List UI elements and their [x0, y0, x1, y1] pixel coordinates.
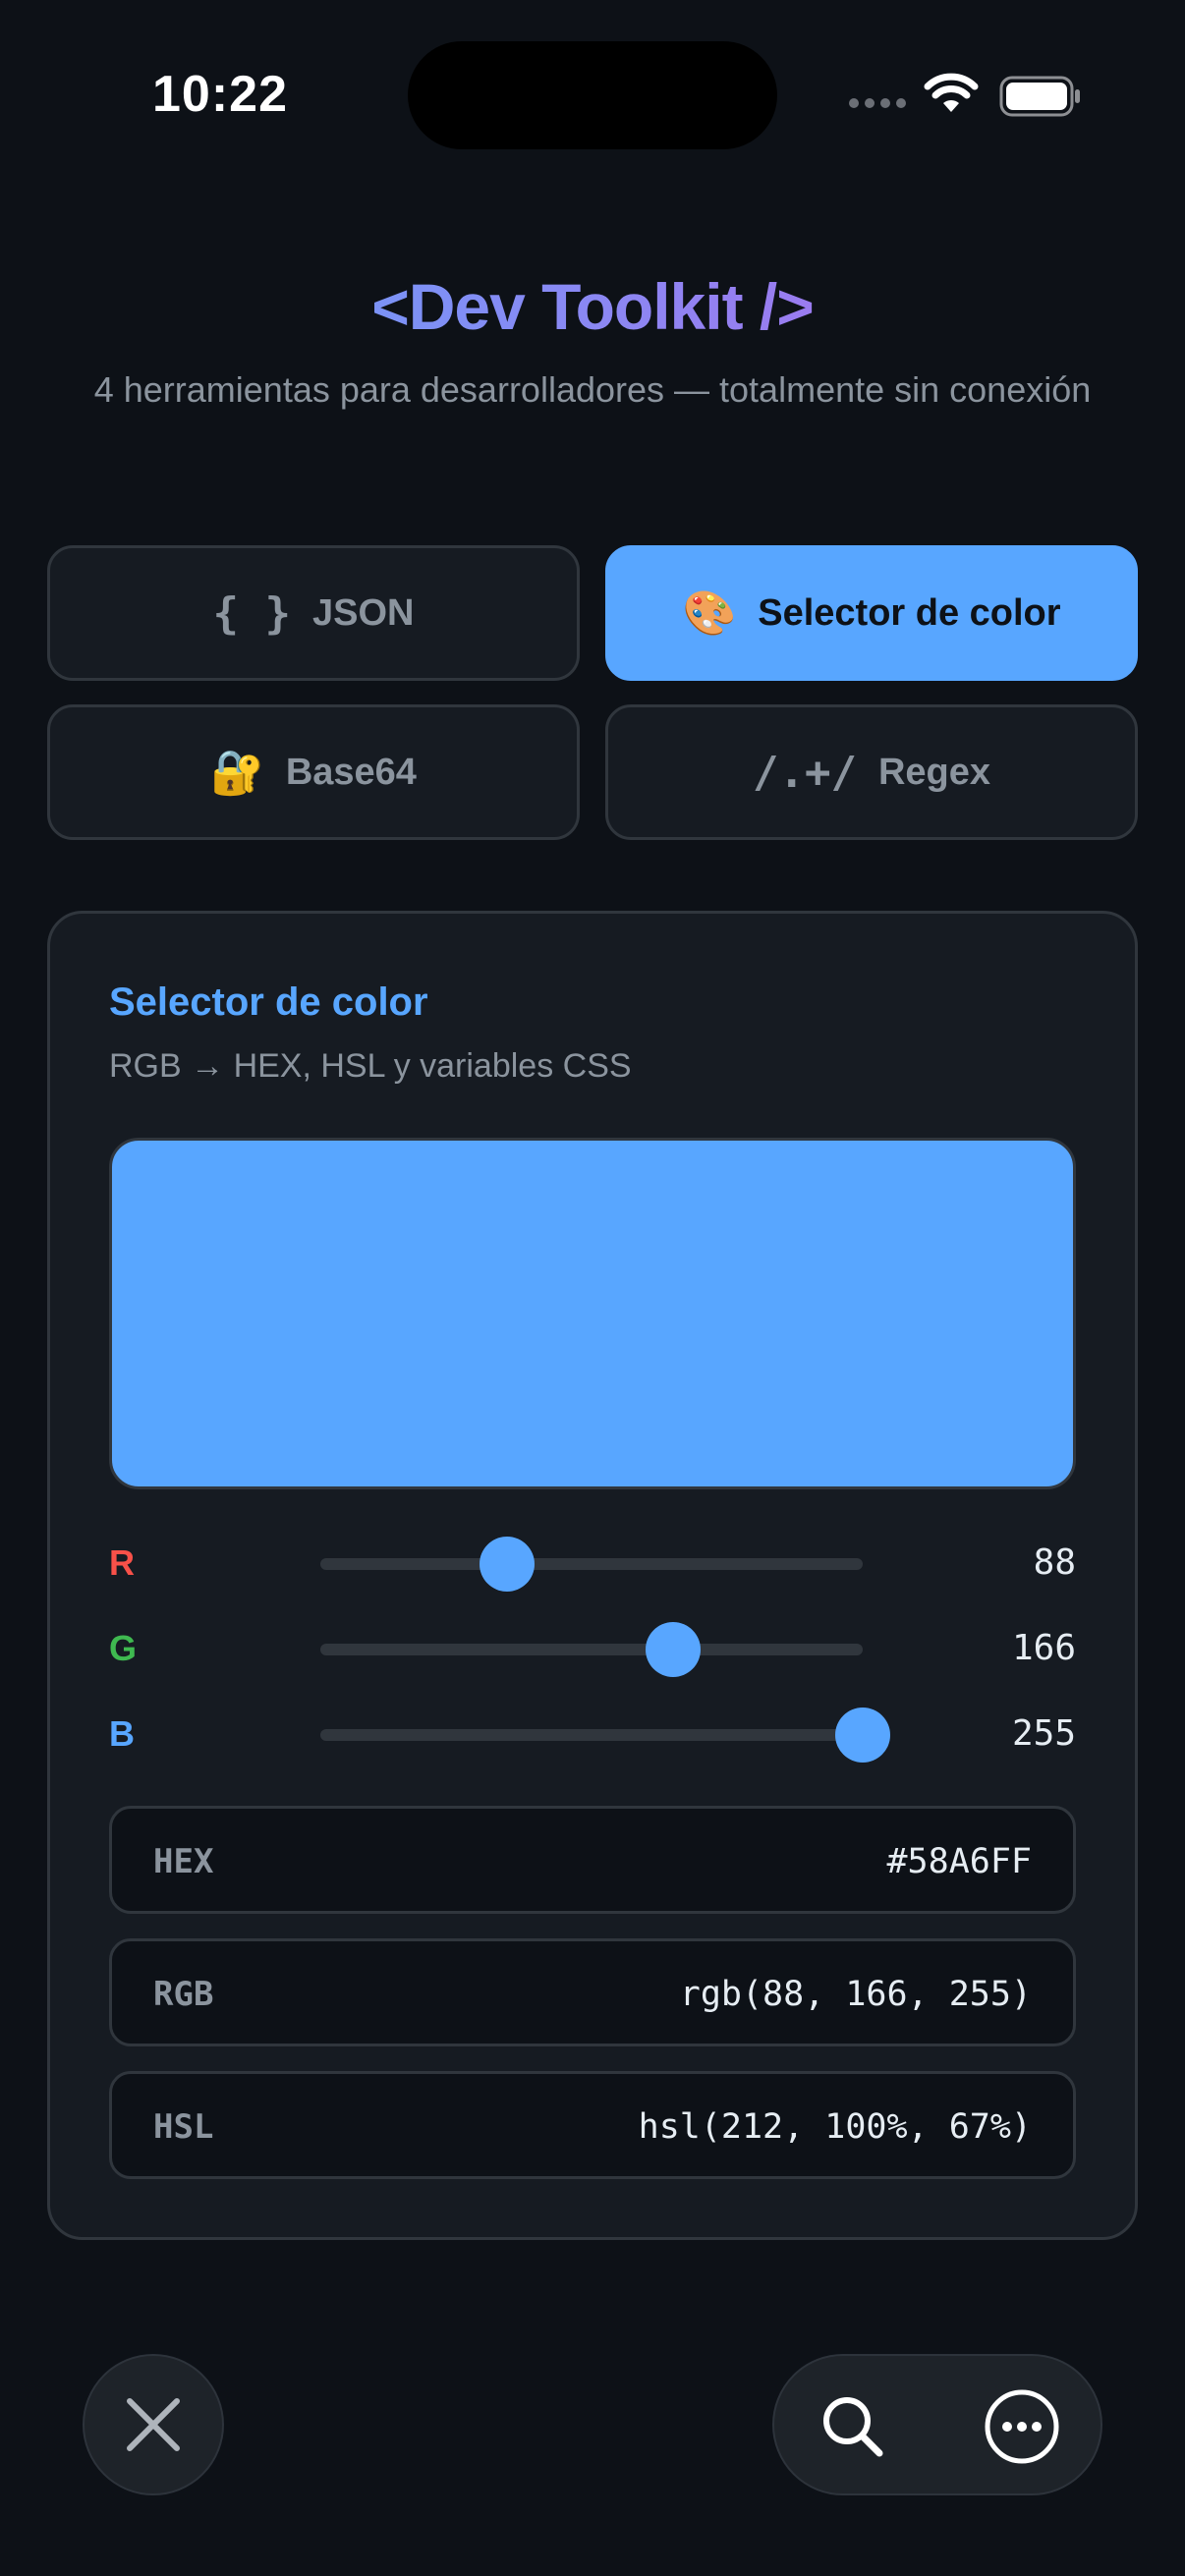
slider-row-r: R 88	[109, 1535, 1076, 1594]
dynamic-island	[408, 41, 777, 149]
tab-color-picker[interactable]: 🎨 Selector de color	[605, 545, 1138, 681]
output-value: rgb(88, 166, 255)	[679, 1975, 1032, 2014]
lock-key-icon: 🔐	[210, 749, 264, 797]
regex-icon: /.+/	[752, 747, 857, 798]
close-icon	[127, 2398, 180, 2451]
more-icon	[985, 2389, 1059, 2464]
slider-row-b: B 255	[109, 1706, 1076, 1764]
slider-thumb-r[interactable]	[480, 1537, 536, 1592]
slider-track-b[interactable]	[320, 1708, 890, 1763]
slider-value-g: 166	[1011, 1628, 1076, 1668]
more-button[interactable]	[973, 2378, 1071, 2476]
tab-regex[interactable]: /.+/ Regex	[605, 704, 1138, 840]
color-picker-card: Selector de color RGB → HEX, HSL y varia…	[47, 911, 1138, 2240]
tab-base64[interactable]: 🔐 Base64	[47, 704, 580, 840]
slider-label-g: G	[109, 1628, 138, 1668]
slider-label-r: R	[109, 1542, 135, 1583]
slider-row-g: G 166	[109, 1620, 1076, 1679]
output-rgb[interactable]: RGB rgb(88, 166, 255)	[109, 1938, 1076, 2046]
card-description: RGB → HEX, HSL y variables CSS	[109, 1047, 632, 1085]
tab-json[interactable]: { } JSON	[47, 545, 580, 681]
output-label: HSL	[153, 2107, 214, 2147]
slider-value-r: 88	[1033, 1542, 1076, 1583]
tab-label: JSON	[312, 591, 415, 634]
wifi-icon	[924, 73, 979, 112]
output-label: RGB	[153, 1975, 214, 2014]
search-button[interactable]	[804, 2378, 902, 2476]
output-value: hsl(212, 100%, 67%)	[638, 2107, 1032, 2147]
output-hsl[interactable]: HSL hsl(212, 100%, 67%)	[109, 2071, 1076, 2179]
battery-icon	[999, 76, 1080, 117]
app-subtitle: 4 herramientas para desarrolladores — to…	[93, 369, 1092, 410]
output-label: HEX	[153, 1842, 214, 1881]
slider-track-r[interactable]	[320, 1537, 863, 1592]
palette-icon: 🎨	[682, 589, 737, 638]
slider-track-g[interactable]	[320, 1622, 863, 1677]
slider-label-b: B	[109, 1713, 135, 1754]
search-icon	[823, 2397, 883, 2457]
slider-thumb-b[interactable]	[835, 1708, 890, 1763]
app-screen: 10:22 <Dev Toolkit /> 4 herramientas par…	[0, 0, 1185, 2576]
cellular-signal-icon	[849, 98, 906, 108]
actions-pill	[772, 2354, 1102, 2495]
app-title: <Dev Toolkit />	[371, 270, 815, 343]
slider-value-b: 255	[1011, 1713, 1076, 1754]
tab-label: Selector de color	[758, 591, 1061, 634]
output-hex[interactable]: HEX #58A6FF	[109, 1806, 1076, 1914]
status-time: 10:22	[152, 66, 288, 123]
tab-label: Base64	[285, 751, 417, 793]
output-value: #58A6FF	[886, 1842, 1032, 1881]
color-preview-swatch	[109, 1138, 1076, 1489]
braces-icon: { }	[212, 588, 291, 639]
tab-label: Regex	[877, 751, 991, 793]
slider-thumb-g[interactable]	[646, 1622, 702, 1677]
card-title: Selector de color	[109, 980, 428, 1024]
close-button[interactable]	[83, 2354, 224, 2495]
